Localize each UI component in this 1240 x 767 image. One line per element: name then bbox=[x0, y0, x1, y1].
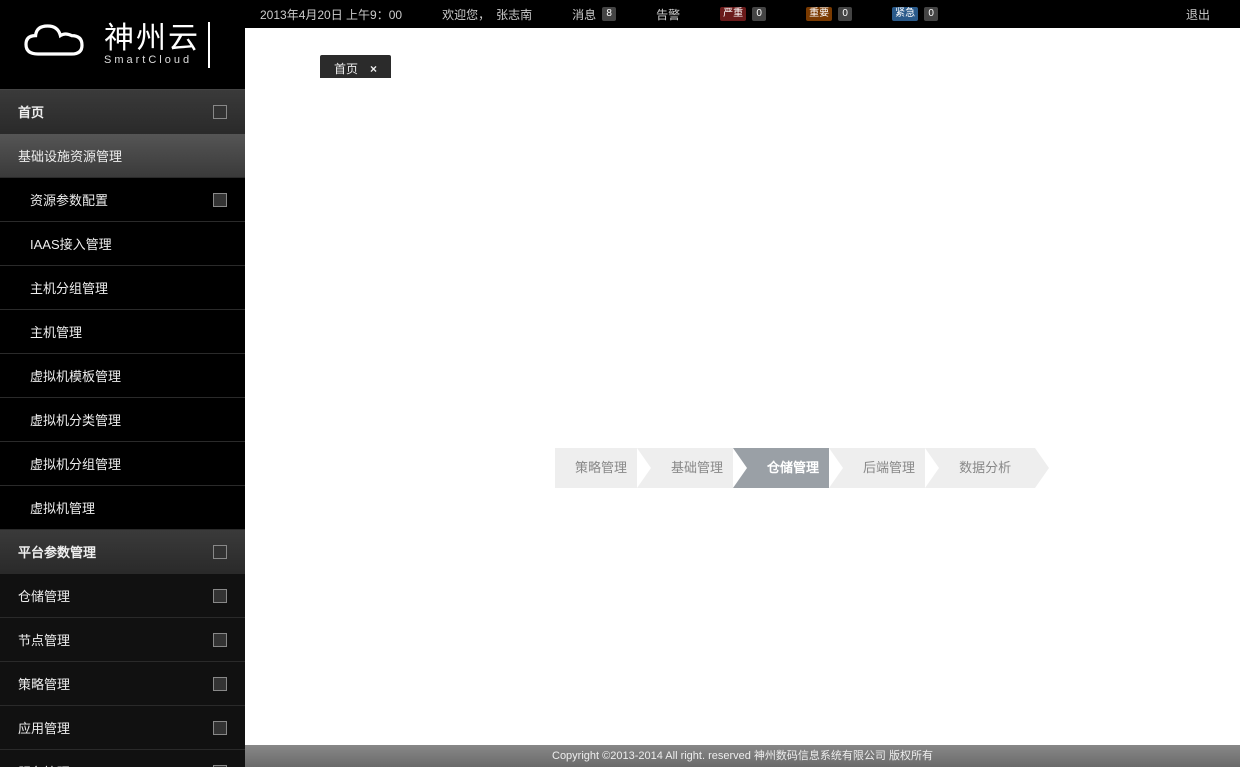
urgent-count: 0 bbox=[924, 7, 938, 21]
sidebar-section-label: 基础设施资源管理 bbox=[18, 146, 122, 165]
breadcrumb: 策略管理 基础管理 仓储管理 后端管理 数据分析 bbox=[555, 448, 1021, 488]
message-badge: 8 bbox=[602, 7, 616, 21]
logo-text: 神州云 SmartCloud bbox=[104, 24, 200, 66]
sidebar-item-vm-group[interactable]: 虚拟机分组管理 bbox=[0, 442, 245, 486]
sidebar-item-label: 虚拟机分类管理 bbox=[30, 410, 121, 429]
sidebar-item-label: 虚拟机模板管理 bbox=[30, 366, 121, 385]
sidebar-item-policy[interactable]: 策略管理 bbox=[0, 662, 245, 706]
logo-cn: 神州云 bbox=[104, 24, 200, 54]
sidebar-item-vm-template[interactable]: 虚拟机模板管理 bbox=[0, 354, 245, 398]
header-datetime: 2013年4月20日 上午9：00 bbox=[260, 6, 402, 23]
sidebar: 首页 基础设施资源管理 资源参数配置 IAAS接入管理 主机分组管理 主机管理 … bbox=[0, 90, 245, 767]
crumb-step-3[interactable]: 仓储管理 bbox=[733, 448, 843, 488]
logo-en: SmartCloud bbox=[104, 54, 200, 66]
sidebar-item-iaas[interactable]: IAAS接入管理 bbox=[0, 222, 245, 266]
sidebar-item-node[interactable]: 节点管理 bbox=[0, 618, 245, 662]
cloud-icon bbox=[14, 18, 104, 71]
header-alarm[interactable]: 告警 bbox=[656, 6, 680, 23]
sidebar-item-host[interactable]: 主机管理 bbox=[0, 310, 245, 354]
square-icon bbox=[213, 633, 227, 647]
logo-divider bbox=[208, 22, 210, 68]
sidebar-item-label: IAAS接入管理 bbox=[30, 234, 112, 253]
square-icon bbox=[213, 545, 227, 559]
sidebar-item-platform[interactable]: 平台参数管理 bbox=[0, 530, 245, 574]
sidebar-item-resource-config[interactable]: 资源参数配置 bbox=[0, 178, 245, 222]
header-messages[interactable]: 消息 8 bbox=[572, 6, 616, 23]
crumb-step-4[interactable]: 后端管理 bbox=[829, 448, 939, 488]
logo-area: 神州云 SmartCloud bbox=[0, 0, 245, 90]
severe-label: 严重 bbox=[720, 7, 746, 21]
sidebar-top-label: 首页 bbox=[18, 102, 44, 121]
sidebar-item-label: 虚拟机分组管理 bbox=[30, 454, 121, 473]
sidebar-item-label: 资源参数配置 bbox=[30, 190, 108, 209]
sidebar-item-app[interactable]: 应用管理 bbox=[0, 706, 245, 750]
username[interactable]: 张志南 bbox=[496, 6, 532, 23]
header-welcome: 欢迎您， 张志南 bbox=[442, 6, 532, 23]
logout-link[interactable]: 退出 bbox=[1186, 6, 1210, 23]
square-icon bbox=[213, 105, 227, 119]
sidebar-item-label: 服务管理 bbox=[18, 762, 70, 767]
sidebar-item-label: 策略管理 bbox=[18, 674, 70, 693]
sidebar-top[interactable]: 首页 bbox=[0, 90, 245, 134]
sidebar-section-infra[interactable]: 基础设施资源管理 bbox=[0, 134, 245, 178]
crumb-step-2[interactable]: 基础管理 bbox=[637, 448, 747, 488]
main-content: 策略管理 基础管理 仓储管理 后端管理 数据分析 bbox=[245, 78, 1240, 745]
sidebar-item-label: 应用管理 bbox=[18, 718, 70, 737]
footer-copyright: Copyright ©2013-2014 All right. reserved… bbox=[245, 745, 1240, 767]
square-icon bbox=[213, 721, 227, 735]
crumb-step-5[interactable]: 数据分析 bbox=[925, 448, 1035, 488]
urgent-label: 紧急 bbox=[892, 7, 918, 21]
sidebar-item-service[interactable]: 服务管理 bbox=[0, 750, 245, 767]
sidebar-item-vm-category[interactable]: 虚拟机分类管理 bbox=[0, 398, 245, 442]
close-icon[interactable]: × bbox=[370, 62, 377, 76]
welcome-prefix: 欢迎您， bbox=[442, 6, 490, 23]
important-count: 0 bbox=[838, 7, 852, 21]
square-icon bbox=[213, 589, 227, 603]
sidebar-item-vm[interactable]: 虚拟机管理 bbox=[0, 486, 245, 530]
alarm-urgent[interactable]: 紧急 0 bbox=[892, 7, 938, 21]
sidebar-item-label: 虚拟机管理 bbox=[30, 498, 95, 517]
square-icon bbox=[213, 193, 227, 207]
severe-count: 0 bbox=[752, 7, 766, 21]
sidebar-item-label: 节点管理 bbox=[18, 630, 70, 649]
alarm-important[interactable]: 重要 0 bbox=[806, 7, 852, 21]
sidebar-item-storage[interactable]: 仓储管理 bbox=[0, 574, 245, 618]
message-label: 消息 bbox=[572, 6, 596, 23]
sidebar-item-label: 主机分组管理 bbox=[30, 278, 108, 297]
sidebar-item-label: 平台参数管理 bbox=[18, 542, 96, 561]
sidebar-item-label: 仓储管理 bbox=[18, 586, 70, 605]
square-icon bbox=[213, 677, 227, 691]
tab-label: 首页 bbox=[334, 60, 358, 77]
alarm-severe[interactable]: 严重 0 bbox=[720, 7, 766, 21]
important-label: 重要 bbox=[806, 7, 832, 21]
sidebar-item-label: 主机管理 bbox=[30, 322, 82, 341]
sidebar-item-hostgroup[interactable]: 主机分组管理 bbox=[0, 266, 245, 310]
